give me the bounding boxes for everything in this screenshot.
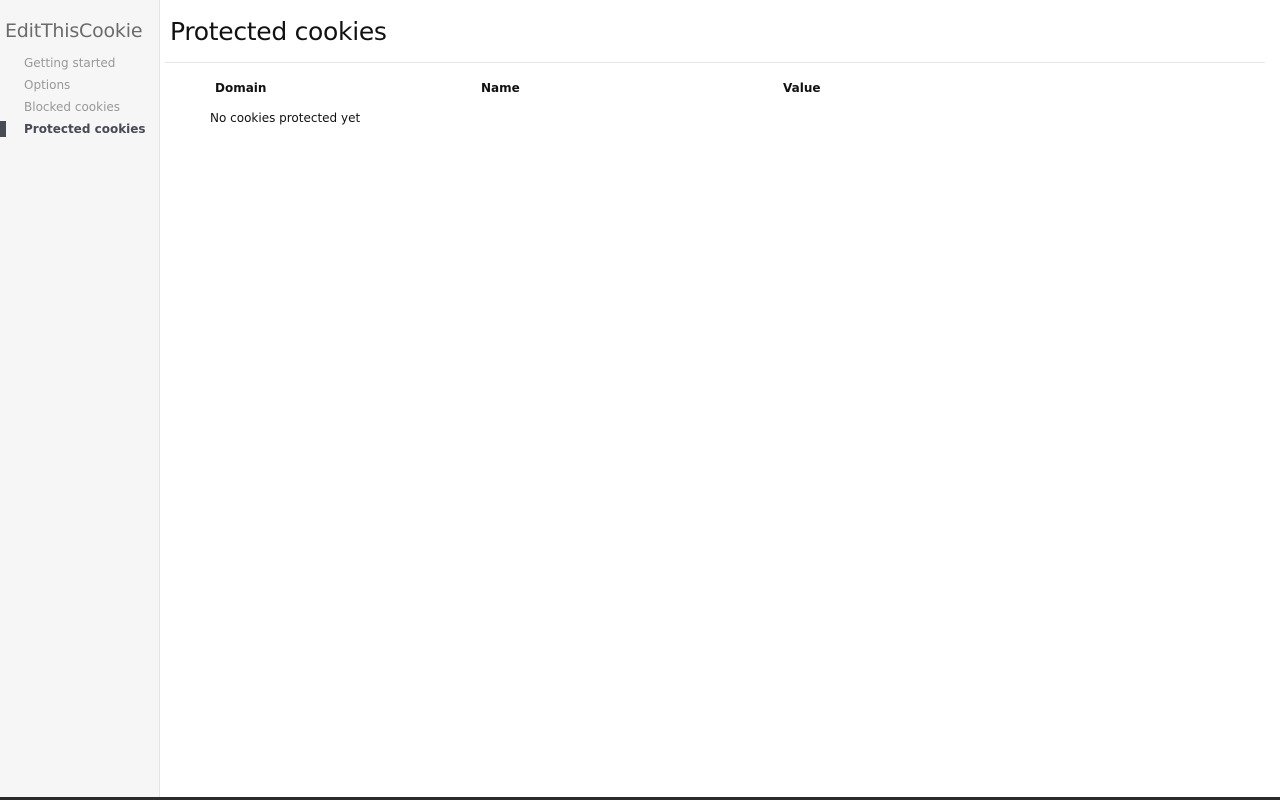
title-divider <box>165 62 1265 63</box>
main-content: Protected cookies Domain Name Value No c… <box>161 0 1280 797</box>
sidebar-item-getting-started[interactable]: Getting started <box>0 52 160 74</box>
page-title: Protected cookies <box>170 17 387 46</box>
column-header-domain: Domain <box>215 81 267 95</box>
empty-state-message: No cookies protected yet <box>210 111 361 125</box>
sidebar: EditThisCookie Getting started Options B… <box>0 0 160 797</box>
sidebar-nav: Getting started Options Blocked cookies … <box>0 52 160 140</box>
app-brand: EditThisCookie <box>5 20 143 42</box>
options-page: EditThisCookie Getting started Options B… <box>0 0 1280 800</box>
sidebar-item-protected-cookies[interactable]: Protected cookies <box>0 118 160 140</box>
sidebar-item-options[interactable]: Options <box>0 74 160 96</box>
sidebar-item-blocked-cookies[interactable]: Blocked cookies <box>0 96 160 118</box>
column-header-name: Name <box>481 81 520 95</box>
column-header-value: Value <box>783 81 821 95</box>
